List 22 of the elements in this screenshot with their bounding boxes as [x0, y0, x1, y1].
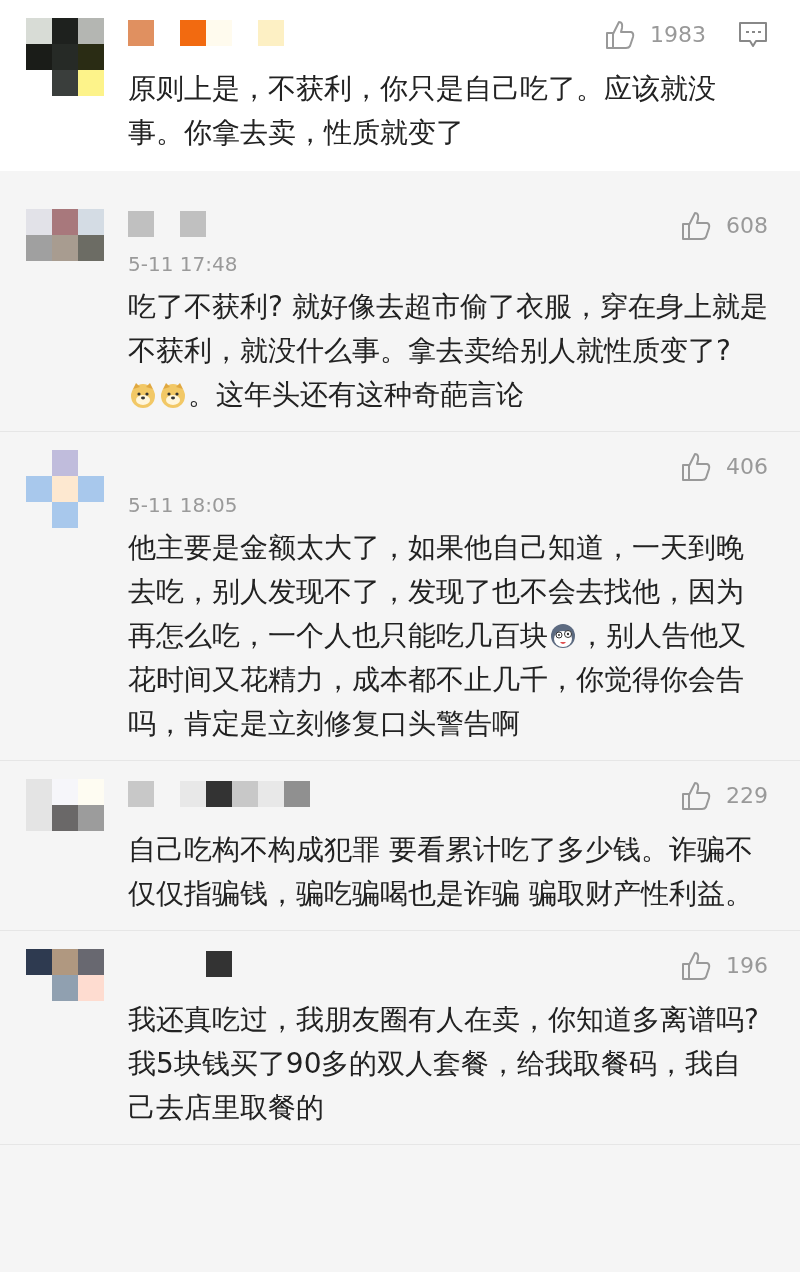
comment-text: 吃了不获利? 就好像去超市偷了衣服，穿在身上就是不获利，就没什么事。拿去卖给别人就性质变了? 。这年头还有这种奇葩言论: [128, 289, 768, 413]
like-count: 608: [726, 212, 768, 240]
like-count: 229: [726, 782, 768, 810]
like-count: 1983: [650, 21, 706, 49]
husky-emoji-icon: [549, 622, 577, 650]
pixelated-name: [206, 951, 232, 977]
thumbs-up-icon[interactable]: [680, 450, 712, 483]
comment-icon[interactable]: [738, 20, 768, 49]
comment-time: 5-11 17:48: [128, 251, 238, 278]
comment-text: 原则上是，不获利，你只是自己吃了。应该就没事。你拿去卖，性质就变了: [128, 71, 717, 151]
thumbs-up-icon[interactable]: [680, 209, 712, 242]
thumbs-up-icon[interactable]: [680, 779, 712, 812]
comment-text: 我还真吃过，我朋友圈有人在卖，你知道多离谱吗? 我5块钱买了90多的双人套餐，给我取餐码，我自己去店里取餐的: [128, 1002, 760, 1126]
thumbs-up-icon[interactable]: [604, 18, 636, 51]
like-count: 196: [726, 952, 768, 980]
comment-text: 自己吃构不构成犯罪 要看累计吃了多少钱。诈骗不仅仅指骗钱，骗吃骗喝也是诈骗 骗取财产性利益。: [128, 832, 754, 912]
thumbs-up-icon[interactable]: [680, 949, 712, 982]
dog-emoji-icon: [159, 381, 187, 409]
dog-emoji-icon: [129, 381, 157, 409]
comment-time: 5-11 18:05: [128, 492, 238, 519]
like-count: 406: [726, 453, 768, 481]
comment-text: 他主要是金额太大了，如果他自己知道，一天到晚去吃，别人发现不了，发现了也不会去找他，因为再怎么吃，一个人也只能吃几百块 ，别人告他又花时间又花精力，成本都不止几千，你觉得你会告吗，肯定是立刻修复口头警告啊: [128, 530, 747, 742]
